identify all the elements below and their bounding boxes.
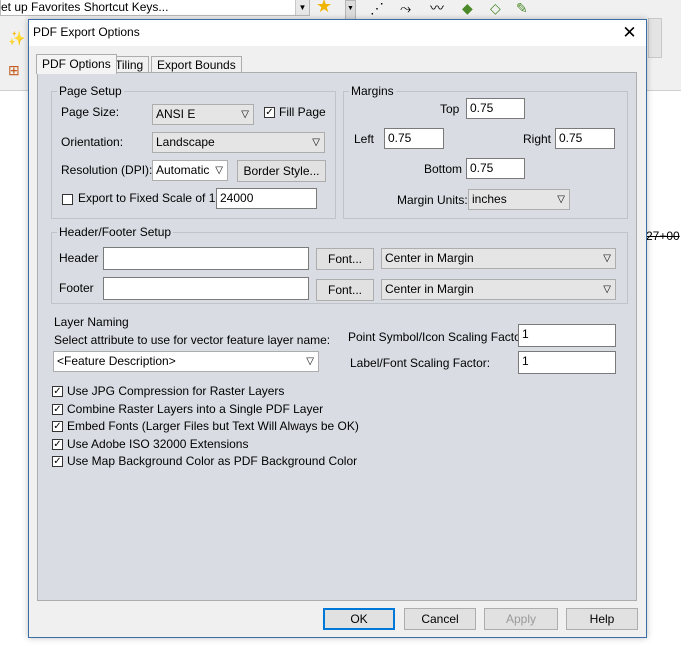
- chevron-down-icon[interactable]: ▼: [295, 0, 309, 15]
- orientation-value: Landscape: [156, 135, 215, 149]
- draw-polyline-icon[interactable]: ⤳: [400, 0, 411, 16]
- ok-button[interactable]: OK: [323, 608, 395, 630]
- point-scaling-label: Point Symbol/Icon Scaling Factor:: [348, 330, 529, 344]
- header-font-button[interactable]: Font...: [316, 248, 374, 270]
- draw-area-icon[interactable]: ◆: [462, 0, 473, 16]
- embed-fonts-checkbox[interactable]: ✓: [52, 421, 63, 432]
- right-margin-input[interactable]: 0.75: [555, 128, 615, 149]
- margins-label: Margins: [349, 84, 396, 98]
- top-margin-input[interactable]: 0.75: [466, 98, 525, 119]
- iso-32000-label: Use Adobe ISO 32000 Extensions: [67, 437, 249, 451]
- chevron-down-icon: ▽: [557, 194, 565, 205]
- map-scale-label: 27+00: [646, 229, 680, 243]
- label-scaling-label: Label/Font Scaling Factor:: [350, 356, 491, 370]
- left-margin-input[interactable]: 0.75: [384, 128, 444, 149]
- background-color-checkbox[interactable]: ✓: [52, 456, 63, 467]
- top-margin-label: Top: [440, 102, 460, 116]
- magic-wand-icon[interactable]: ✨: [8, 30, 25, 46]
- dialog-titlebar[interactable]: PDF Export Options ✕: [29, 20, 646, 46]
- border-style-button[interactable]: Border Style...: [237, 160, 326, 182]
- dialog-title: PDF Export Options: [33, 25, 140, 39]
- tab-pdf-options[interactable]: PDF Options: [36, 54, 117, 74]
- edit-vertex-icon[interactable]: ◇: [490, 0, 501, 16]
- toolbar-overflow-icon[interactable]: ▼: [345, 0, 356, 20]
- resolution-label: Resolution (DPI):: [61, 163, 153, 177]
- page-size-label: Page Size:: [61, 105, 120, 119]
- fixed-scale-checkbox[interactable]: [62, 194, 73, 205]
- resolution-select[interactable]: Automatic ▽: [152, 160, 228, 181]
- margin-units-value: inches: [472, 192, 507, 206]
- footer-align-value: Center in Margin: [385, 282, 474, 296]
- page-setup-label: Page Setup: [57, 84, 124, 98]
- fill-page-label: Fill Page: [279, 105, 326, 119]
- chevron-down-icon: ▽: [241, 109, 249, 120]
- orientation-label: Orientation:: [61, 135, 124, 149]
- header-align-select[interactable]: Center in Margin ▽: [381, 248, 616, 269]
- margin-units-select[interactable]: inches ▽: [468, 189, 570, 210]
- pdf-export-dialog: PDF Export Options ✕ PDF Options Tiling …: [28, 19, 647, 638]
- footer-input[interactable]: [103, 277, 309, 300]
- chevron-down-icon: ▽: [215, 165, 223, 176]
- layer-naming-label: Layer Naming: [54, 315, 129, 329]
- left-margin-label: Left: [354, 132, 375, 146]
- layer-naming-value: <Feature Description>: [57, 354, 176, 368]
- orientation-select[interactable]: Landscape ▽: [152, 132, 325, 153]
- combine-raster-label: Combine Raster Layers into a Single PDF …: [67, 402, 324, 416]
- margin-units-label: Margin Units:: [397, 193, 468, 207]
- bottom-margin-input[interactable]: 0.75: [466, 158, 525, 179]
- toolbar-scroll-handle[interactable]: [648, 18, 662, 58]
- apply-button[interactable]: Apply: [484, 608, 558, 630]
- background-color-label: Use Map Background Color as PDF Backgrou…: [67, 454, 358, 468]
- star-icon[interactable]: ★: [316, 0, 332, 15]
- header-align-value: Center in Margin: [385, 251, 474, 265]
- pdf-options-panel: Page Setup Page Size: ANSI E ▽ ✓ Fill Pa…: [37, 72, 637, 601]
- help-button[interactable]: Help: [566, 608, 638, 630]
- footer-label: Footer: [59, 281, 94, 295]
- point-scaling-input[interactable]: 1: [518, 324, 616, 347]
- layer-naming-group: Layer Naming Select attribute to use for…: [51, 315, 333, 374]
- chevron-down-icon: ▽: [603, 284, 611, 295]
- header-footer-group: Header/Footer Setup Header Font... Cente…: [51, 225, 628, 304]
- draw-curve-icon[interactable]: 〰: [430, 0, 444, 16]
- layer-naming-prompt: Select attribute to use for vector featu…: [54, 333, 331, 347]
- chevron-down-icon: ▽: [306, 356, 314, 367]
- fixed-scale-input[interactable]: 24000: [216, 188, 317, 209]
- chevron-down-icon: ▽: [312, 137, 320, 148]
- bottom-margin-label: Bottom: [424, 162, 463, 176]
- resolution-value: Automatic: [156, 163, 210, 177]
- fill-page-checkbox[interactable]: ✓: [264, 107, 275, 118]
- page-setup-group: Page Setup Page Size: ANSI E ▽ ✓ Fill Pa…: [51, 84, 336, 219]
- pin-icon[interactable]: ✎: [516, 0, 528, 16]
- header-label: Header: [59, 251, 99, 265]
- fixed-scale-label: Export to Fixed Scale of 1:: [78, 191, 219, 205]
- margins-group: Margins Top 0.75 Left 0.75 Right 0.75 Bo…: [343, 84, 628, 219]
- header-input[interactable]: [103, 247, 309, 270]
- label-scaling-input[interactable]: 1: [518, 351, 616, 374]
- page-size-value: ANSI E: [156, 107, 196, 121]
- jpg-compression-label: Use JPG Compression for Raster Layers: [67, 384, 285, 398]
- combine-raster-checkbox[interactable]: ✓: [52, 404, 63, 415]
- right-margin-label: Right: [523, 132, 552, 146]
- close-icon[interactable]: ✕: [613, 20, 646, 46]
- shortcut-keys-combo[interactable]: et up Favorites Shortcut Keys... ▼: [0, 0, 310, 16]
- chevron-down-icon: ▽: [603, 253, 611, 264]
- iso-32000-checkbox[interactable]: ✓: [52, 439, 63, 450]
- layer-naming-select[interactable]: <Feature Description> ▽: [53, 351, 319, 372]
- header-footer-label: Header/Footer Setup: [57, 225, 174, 239]
- embed-fonts-label: Embed Fonts (Larger Files but Text Will …: [67, 419, 359, 433]
- page-size-select[interactable]: ANSI E ▽: [152, 104, 254, 125]
- shortcut-keys-combo-text: et up Favorites Shortcut Keys...: [1, 0, 169, 14]
- jpg-compression-checkbox[interactable]: ✓: [52, 386, 63, 397]
- draw-line-icon[interactable]: ⋰: [370, 0, 384, 16]
- footer-align-select[interactable]: Center in Margin ▽: [381, 279, 616, 300]
- cancel-button[interactable]: Cancel: [404, 608, 476, 630]
- move-feature-icon[interactable]: ⊞: [8, 62, 20, 78]
- footer-font-button[interactable]: Font...: [316, 279, 374, 301]
